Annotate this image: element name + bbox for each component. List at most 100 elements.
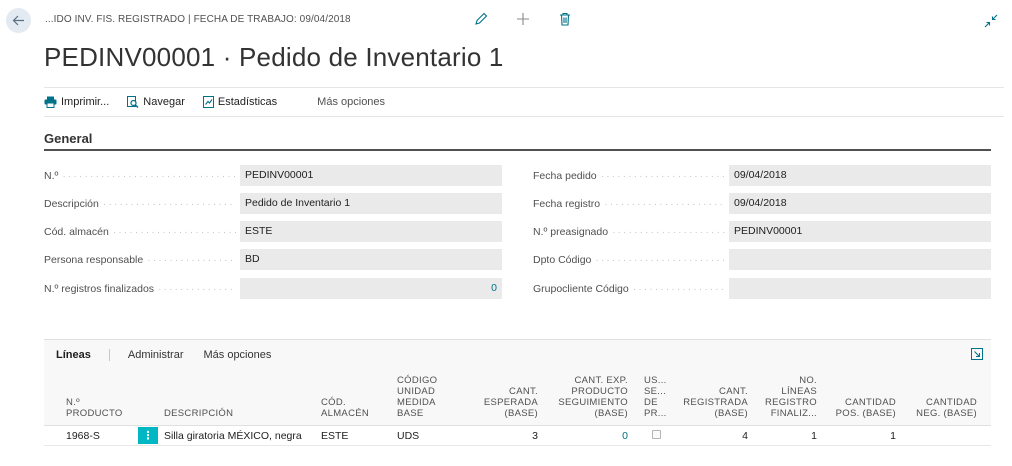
edit-pencil-icon [475, 12, 488, 25]
column-header[interactable]: CÓD. ALMACÉN [321, 397, 381, 419]
field-value[interactable]: PEDINV00001 [729, 221, 991, 242]
field-label-text: Descripción [44, 197, 99, 210]
navigate-search-icon [127, 96, 139, 108]
row-actions-button[interactable]: ⋮ [138, 427, 158, 444]
tab-manage[interactable]: Administrar [128, 349, 184, 361]
cell-qty-recorded[interactable]: 4 [674, 430, 748, 442]
field-label: Descripción·····························… [44, 198, 236, 210]
printer-icon [44, 96, 57, 108]
cell-uom[interactable]: UDS [397, 430, 457, 442]
field-value[interactable]: PEDINV00001 [240, 165, 502, 186]
edit-button[interactable] [472, 10, 490, 28]
delete-button[interactable] [556, 10, 574, 28]
lines-panel: Líneas Administrar Más opciones N.º PROD… [44, 339, 991, 466]
more-options-action[interactable]: Más opciones [317, 96, 385, 108]
general-section-title[interactable]: General [44, 131, 92, 146]
statistics-action[interactable]: Estadísticas [202, 96, 278, 108]
field-label-text: Fecha registro [533, 197, 601, 210]
print-label: Imprimir... [61, 96, 110, 108]
lines-header: Líneas Administrar Más opciones [44, 340, 991, 369]
page-caption: ...IDO INV. FIS. REGISTRADO | FECHA DE T… [45, 14, 351, 25]
cell-qty-pos[interactable]: 1 [824, 430, 896, 442]
leader-dots: ········································… [158, 282, 236, 295]
field-value[interactable]: Pedido de Inventario 1 [240, 193, 502, 214]
field-label-text: Cód. almacén [44, 225, 109, 238]
leader-dots: ········································… [595, 253, 725, 266]
field-label: Cód. almacén····························… [44, 226, 236, 238]
column-header[interactable]: CANTIDAD POS. (BASE) [824, 397, 896, 419]
field-right-4: Grupocliente Código·····················… [533, 278, 991, 299]
tab-lines[interactable]: Líneas [56, 348, 110, 361]
lines-grid: N.º PRODUCTO DESCRIPCIÓN CÓD. ALMACÉN CÓDIG… [44, 369, 991, 446]
field-label: Persona responsable·····················… [44, 254, 236, 266]
leader-dots: ········································… [62, 169, 236, 182]
cell-item-no[interactable]: 1968-S [66, 430, 136, 442]
table-row[interactable]: ⋮ 1968-S Silla giratoria MÉXICO, negra ESTE… [44, 426, 991, 446]
field-value[interactable] [729, 249, 991, 270]
field-value[interactable]: 0 [240, 278, 502, 299]
column-header[interactable]: NO. LÍNEAS REGISTRO FINALIZ... [749, 375, 817, 419]
field-label-text: N.º preasignado [533, 225, 609, 238]
column-header[interactable]: CANTIDAD NEG. (BASE) [904, 397, 977, 419]
field-label: Grupocliente Código·····················… [533, 283, 725, 295]
field-left-0: N.º·····································… [44, 165, 502, 186]
navigate-action[interactable]: Navegar [127, 96, 185, 108]
column-header[interactable]: DESCRIPCIÓN [164, 408, 314, 419]
leader-dots: ········································… [632, 282, 725, 295]
leader-dots: ········································… [612, 225, 725, 238]
field-label-text: Fecha pedido [533, 169, 597, 182]
field-label: N.º·····································… [44, 170, 236, 182]
field-left-4: N.º registros finalizados ···············… [44, 278, 502, 299]
field-label: Dpto Código·····························… [533, 254, 725, 266]
field-left-3: Persona responsable·····················… [44, 249, 502, 270]
field-left-1: Descripción·····························… [44, 193, 502, 214]
field-value[interactable]: BD [240, 249, 502, 270]
field-left-2: Cód. almacén····························… [44, 221, 502, 242]
cell-description[interactable]: Silla giratoria MÉXICO, negra [164, 430, 314, 442]
field-label-text: N.º [44, 169, 59, 182]
grid-header: N.º PRODUCTO DESCRIPCIÓN CÓD. ALMACÉN CÓDIG… [44, 369, 991, 426]
column-header[interactable]: CANT. EXP. PRODUCTO SEGUIMIENTO (BASE) [542, 375, 628, 419]
field-label-text: N.º registros finalizados [44, 282, 155, 295]
add-button[interactable] [514, 10, 532, 28]
field-value[interactable]: ESTE [240, 221, 502, 242]
column-header[interactable]: CÓDIGO UNIDAD MEDIDA BASE [397, 375, 457, 419]
column-header[interactable]: N.º PRODUCTO [66, 397, 136, 419]
field-value[interactable]: 09/04/2018 [729, 193, 991, 214]
column-header[interactable]: US... SE... DE PR... [644, 375, 668, 419]
leader-dots: ········································… [147, 253, 236, 266]
header-actions [472, 10, 574, 28]
section-divider [44, 149, 991, 151]
leader-dots: ········································… [600, 169, 725, 182]
column-header[interactable]: CANT. ESPERADA (BASE) [464, 386, 538, 419]
cell-qty-tracking[interactable]: 0 [542, 430, 628, 442]
leader-dots: ········································… [102, 197, 236, 210]
cell-location[interactable]: ESTE [321, 430, 381, 442]
statistics-label: Estadísticas [217, 96, 278, 108]
navigate-label: Navegar [143, 96, 185, 108]
action-bar: Imprimir... Navegar Estadísticas Más opc… [44, 87, 1004, 117]
leader-dots: ········································… [604, 197, 725, 210]
cell-lines-finished[interactable]: 1 [749, 430, 817, 442]
leader-dots: ········································… [112, 225, 236, 238]
field-label-text: Persona responsable [44, 253, 144, 266]
statistics-icon [202, 96, 214, 108]
delete-trash-icon [560, 12, 570, 26]
field-value[interactable] [729, 278, 991, 299]
tab-more-options[interactable]: Más opciones [203, 349, 271, 361]
field-label-text: Dpto Código [533, 253, 592, 266]
column-header[interactable]: CANT. REGISTRADA (BASE) [674, 386, 748, 419]
print-action[interactable]: Imprimir... [44, 96, 109, 108]
field-label: N.º registros finalizados ···············… [44, 283, 236, 295]
field-value[interactable]: 09/04/2018 [729, 165, 991, 186]
expand-icon[interactable] [971, 348, 983, 360]
field-right-2: N.º preasignado·························… [533, 221, 991, 242]
field-label: Fecha pedido····························… [533, 170, 725, 182]
collapse-button[interactable] [984, 14, 1000, 30]
add-plus-icon [517, 13, 529, 25]
field-right-3: Dpto Código·····························… [533, 249, 991, 270]
use-serial-checkbox[interactable] [652, 430, 661, 439]
back-button[interactable] [6, 8, 31, 33]
field-label: Fecha registro··························… [533, 198, 725, 210]
cell-qty-expected[interactable]: 3 [464, 430, 538, 442]
